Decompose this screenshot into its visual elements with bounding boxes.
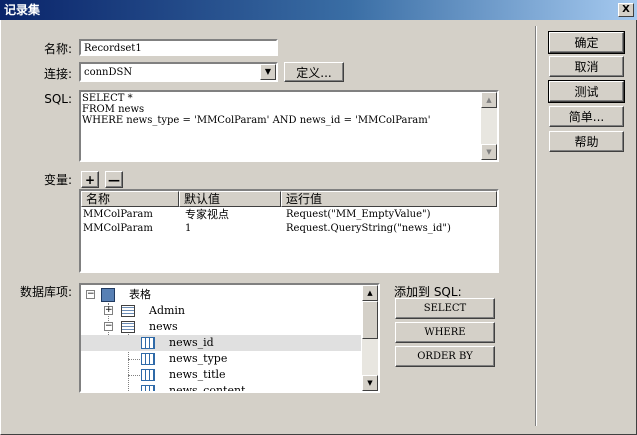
ok-button[interactable]: 确定 <box>548 31 625 54</box>
tree-label: 表格 <box>129 288 151 301</box>
collapse-icon[interactable]: − <box>86 290 95 299</box>
tree-item-tables[interactable]: − 表格 <box>81 287 361 303</box>
table-row[interactable]: MMColParam 专家视点 Request("MM_EmptyValue") <box>81 208 497 222</box>
tree-label: news_id <box>169 336 214 349</box>
add-variable-button[interactable]: + <box>81 171 99 188</box>
column-header-name[interactable]: 名称 <box>81 191 179 207</box>
tree-item-news[interactable]: − news <box>81 319 361 335</box>
select-button[interactable]: SELECT <box>395 298 495 319</box>
tree-connector <box>128 391 140 392</box>
define-button[interactable]: 定义... <box>284 62 344 82</box>
chevron-down-icon[interactable]: ▼ <box>260 64 276 80</box>
tree-item-news-content[interactable]: news_content <box>81 383 361 393</box>
database-items-label: 数据库项: <box>19 285 72 299</box>
variable-name: MMColParam <box>83 223 153 234</box>
tree-label: news_title <box>169 368 226 381</box>
variables-label: 变量: <box>43 173 72 187</box>
tree-label: news_type <box>169 352 228 365</box>
column-icon <box>141 353 155 365</box>
tree-item-news-type[interactable]: news_type <box>81 351 361 367</box>
tree-item-news-id[interactable]: news_id <box>81 335 361 351</box>
variable-default: 1 <box>185 223 192 234</box>
title-bar: 记录集 X <box>0 0 637 20</box>
database-tree[interactable]: − 表格 + Admin − news news_id news_type ne… <box>79 283 380 393</box>
column-icon <box>141 385 155 391</box>
variable-runtime: Request.QueryString("news_id") <box>286 223 451 234</box>
expand-icon[interactable]: + <box>104 306 113 315</box>
scroll-down-icon[interactable]: ▼ <box>362 375 378 391</box>
variable-default: 专家视点 <box>185 208 229 221</box>
simple-button[interactable]: 简单... <box>549 106 624 127</box>
scroll-thumb[interactable] <box>362 301 378 339</box>
tree-scrollbar[interactable]: ▲ ▼ <box>362 285 378 391</box>
collapse-icon[interactable]: − <box>104 322 113 331</box>
sql-text[interactable]: SELECT * FROM news WHERE news_type = 'MM… <box>82 93 480 159</box>
order-by-button[interactable]: ORDER BY <box>395 346 495 367</box>
variable-runtime: Request("MM_EmptyValue") <box>286 209 431 220</box>
name-input[interactable]: Recordset1 <box>79 39 278 56</box>
help-button[interactable]: 帮助 <box>549 131 624 152</box>
database-icon <box>101 288 115 302</box>
tree-label: news_content <box>169 384 246 393</box>
tree-item-news-title[interactable]: news_title <box>81 367 361 383</box>
tree-label: news <box>149 320 178 333</box>
name-label: 名称: <box>43 42 72 56</box>
tree-label: Admin <box>149 304 186 317</box>
connection-value: connDSN <box>84 67 133 78</box>
table-icon <box>121 321 135 333</box>
column-icon <box>141 337 155 349</box>
variables-table-header: 名称 默认值 运行值 <box>81 191 497 207</box>
table-icon <box>121 305 135 317</box>
close-button[interactable]: X <box>618 3 634 17</box>
connection-select[interactable]: connDSN ▼ <box>79 62 278 82</box>
column-header-default[interactable]: 默认值 <box>179 191 281 207</box>
column-icon <box>141 369 155 381</box>
test-button[interactable]: 测试 <box>548 80 625 103</box>
connection-label: 连接: <box>43 67 72 81</box>
scroll-up-icon[interactable]: ▲ <box>362 285 378 301</box>
scroll-up-icon[interactable]: ▲ <box>481 92 497 108</box>
window-title: 记录集 <box>4 3 41 17</box>
where-button[interactable]: WHERE <box>395 322 495 343</box>
vertical-separator <box>535 26 537 426</box>
remove-variable-button[interactable]: — <box>105 171 123 188</box>
sql-textarea[interactable]: SELECT * FROM news WHERE news_type = 'MM… <box>79 90 499 162</box>
scroll-down-icon[interactable]: ▼ <box>481 144 497 160</box>
sql-scrollbar[interactable]: ▲ ▼ <box>481 92 497 160</box>
variable-name: MMColParam <box>83 209 153 220</box>
sql-label: SQL: <box>44 92 72 106</box>
column-header-runtime[interactable]: 运行值 <box>281 191 497 207</box>
variables-table[interactable]: 名称 默认值 运行值 MMColParam 专家视点 Request("MM_E… <box>79 189 499 273</box>
table-row[interactable]: MMColParam 1 Request.QueryString("news_i… <box>81 222 497 236</box>
tree-item-admin[interactable]: + Admin <box>81 303 361 319</box>
cancel-button[interactable]: 取消 <box>549 56 624 77</box>
